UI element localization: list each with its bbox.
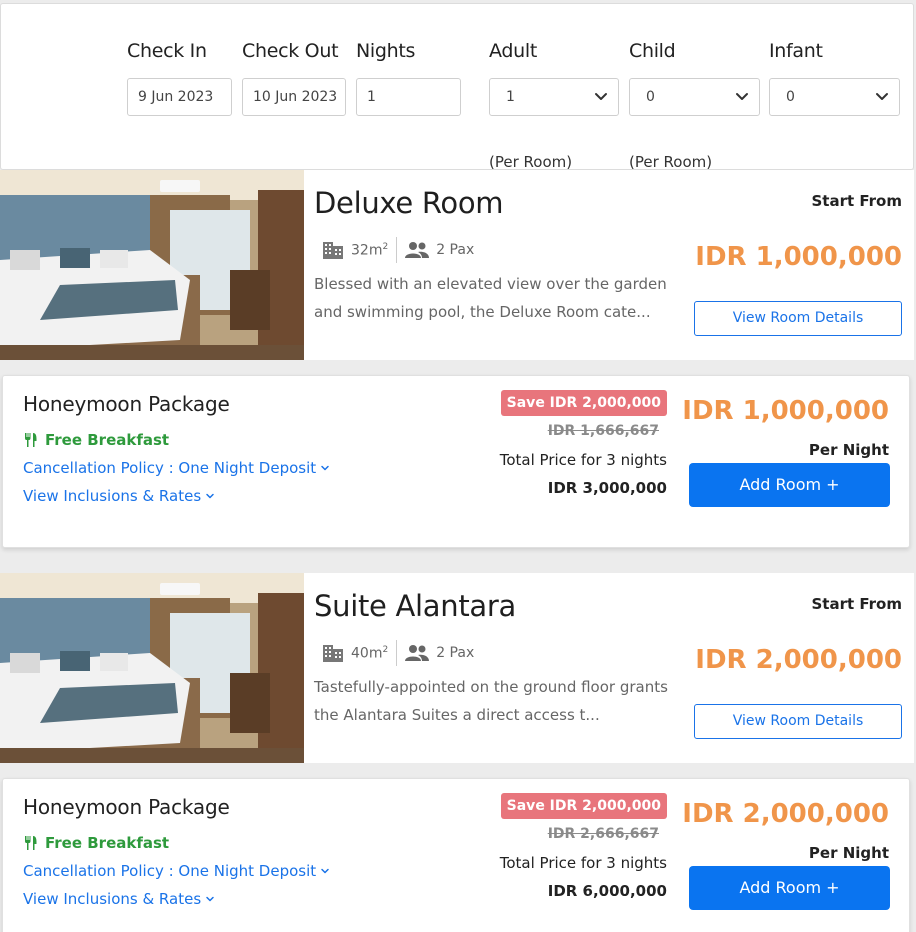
booking-search-bar: Check In 9 Jun 2023 Check Out 10 Jun 202… [0,3,914,171]
child-select[interactable]: 0 [629,78,760,116]
chevron-down-icon [320,866,330,876]
total-price-value: IDR 6,000,000 [547,882,667,900]
building-icon [322,643,344,663]
cancellation-policy-link[interactable]: Cancellation Policy : One Night Deposit [23,459,330,477]
room-photo[interactable] [0,170,304,360]
per-night-label: Per Night [808,441,889,459]
package-name: Honeymoon Package [23,795,230,819]
cancellation-policy-link[interactable]: Cancellation Policy : One Night Deposit [23,862,330,880]
start-price: IDR 1,000,000 [695,242,902,272]
room-size: 32m2 [351,241,389,259]
fork-knife-icon [23,835,39,851]
chevron-down-icon [320,463,330,473]
room-specs: 32m2 2 Pax [322,236,474,264]
view-inclusions-link[interactable]: View Inclusions & Rates [23,487,215,505]
start-from-label: Start From [811,595,902,613]
room-specs: 40m2 2 Pax [322,639,474,667]
people-icon [405,644,429,662]
original-price: IDR 1,666,667 [547,423,659,439]
check-in-label: Check In [127,40,207,62]
room-photo[interactable] [0,573,304,763]
check-in-input[interactable]: 9 Jun 2023 [127,78,232,116]
specs-divider [396,237,398,263]
chevron-down-icon [205,491,215,501]
free-breakfast: Free Breakfast [23,834,169,852]
adult-select[interactable]: 1 [489,78,619,116]
cancellation-policy-label: Cancellation Policy : One Night Deposit [23,862,317,880]
add-room-button[interactable]: Add Room + [689,463,890,507]
cancellation-policy-label: Cancellation Policy : One Night Deposit [23,459,317,477]
room-pax: 2 Pax [436,242,475,258]
view-inclusions-link[interactable]: View Inclusions & Rates [23,890,215,908]
room-description: Tastefully-appointed on the ground floor… [314,678,668,724]
fork-knife-icon [23,432,39,448]
total-price-label: Total Price for 3 nights [499,854,667,872]
chevron-down-icon [593,88,609,104]
chevron-down-icon [874,88,890,104]
child-select-value: 0 [646,89,655,105]
per-night-label: Per Night [808,844,889,862]
child-per-room-note: (Per Room) [629,153,713,171]
adult-label: Adult [489,40,537,62]
infant-select-value: 0 [786,89,795,105]
save-badge: Save IDR 2,000,000 [500,390,667,416]
child-label: Child [629,40,676,62]
room-name[interactable]: Suite Alantara [314,589,516,623]
infant-label: Infant [769,40,823,62]
package-price: IDR 1,000,000 [682,396,889,426]
start-price: IDR 2,000,000 [695,645,902,675]
room-name[interactable]: Deluxe Room [314,186,504,220]
check-out-input[interactable]: 10 Jun 2023 [242,78,346,116]
room-size: 40m2 [351,644,389,662]
nights-input[interactable]: 1 [356,78,461,116]
save-badge: Save IDR 2,000,000 [500,793,667,819]
specs-divider [396,640,398,666]
chevron-down-icon [734,88,750,104]
adult-select-value: 1 [506,89,515,105]
check-out-label: Check Out [242,40,339,62]
original-price: IDR 2,666,667 [547,826,659,842]
view-inclusions-label: View Inclusions & Rates [23,890,202,908]
total-price-label: Total Price for 3 nights [499,451,667,469]
total-price-value: IDR 3,000,000 [547,479,667,497]
add-room-button[interactable]: Add Room + [689,866,890,910]
room-description: Blessed with an elevated view over the g… [314,275,667,321]
breakfast-label: Free Breakfast [45,431,170,449]
chevron-down-icon [205,894,215,904]
view-inclusions-label: View Inclusions & Rates [23,487,202,505]
room-pax: 2 Pax [436,645,475,661]
adult-per-room-note: (Per Room) [489,153,573,171]
people-icon [405,241,429,259]
infant-select[interactable]: 0 [769,78,900,116]
view-room-details-button[interactable]: View Room Details [694,301,902,336]
room-card-suite-alantara: Suite Alantara 40m2 2 Pax Tastefully-app… [0,573,914,763]
start-from-label: Start From [811,192,902,210]
view-room-details-button[interactable]: View Room Details [694,704,902,739]
package-row: Honeymoon Package Free Breakfast Cancell… [2,375,910,548]
breakfast-label: Free Breakfast [45,834,170,852]
package-price: IDR 2,000,000 [682,799,889,829]
free-breakfast: Free Breakfast [23,431,169,449]
package-name: Honeymoon Package [23,392,230,416]
room-card-deluxe: Deluxe Room 32m2 2 Pax Blessed with an e… [0,170,914,360]
package-row: Honeymoon Package Free Breakfast Cancell… [2,778,910,932]
building-icon [322,240,344,260]
nights-label: Nights [356,40,416,62]
